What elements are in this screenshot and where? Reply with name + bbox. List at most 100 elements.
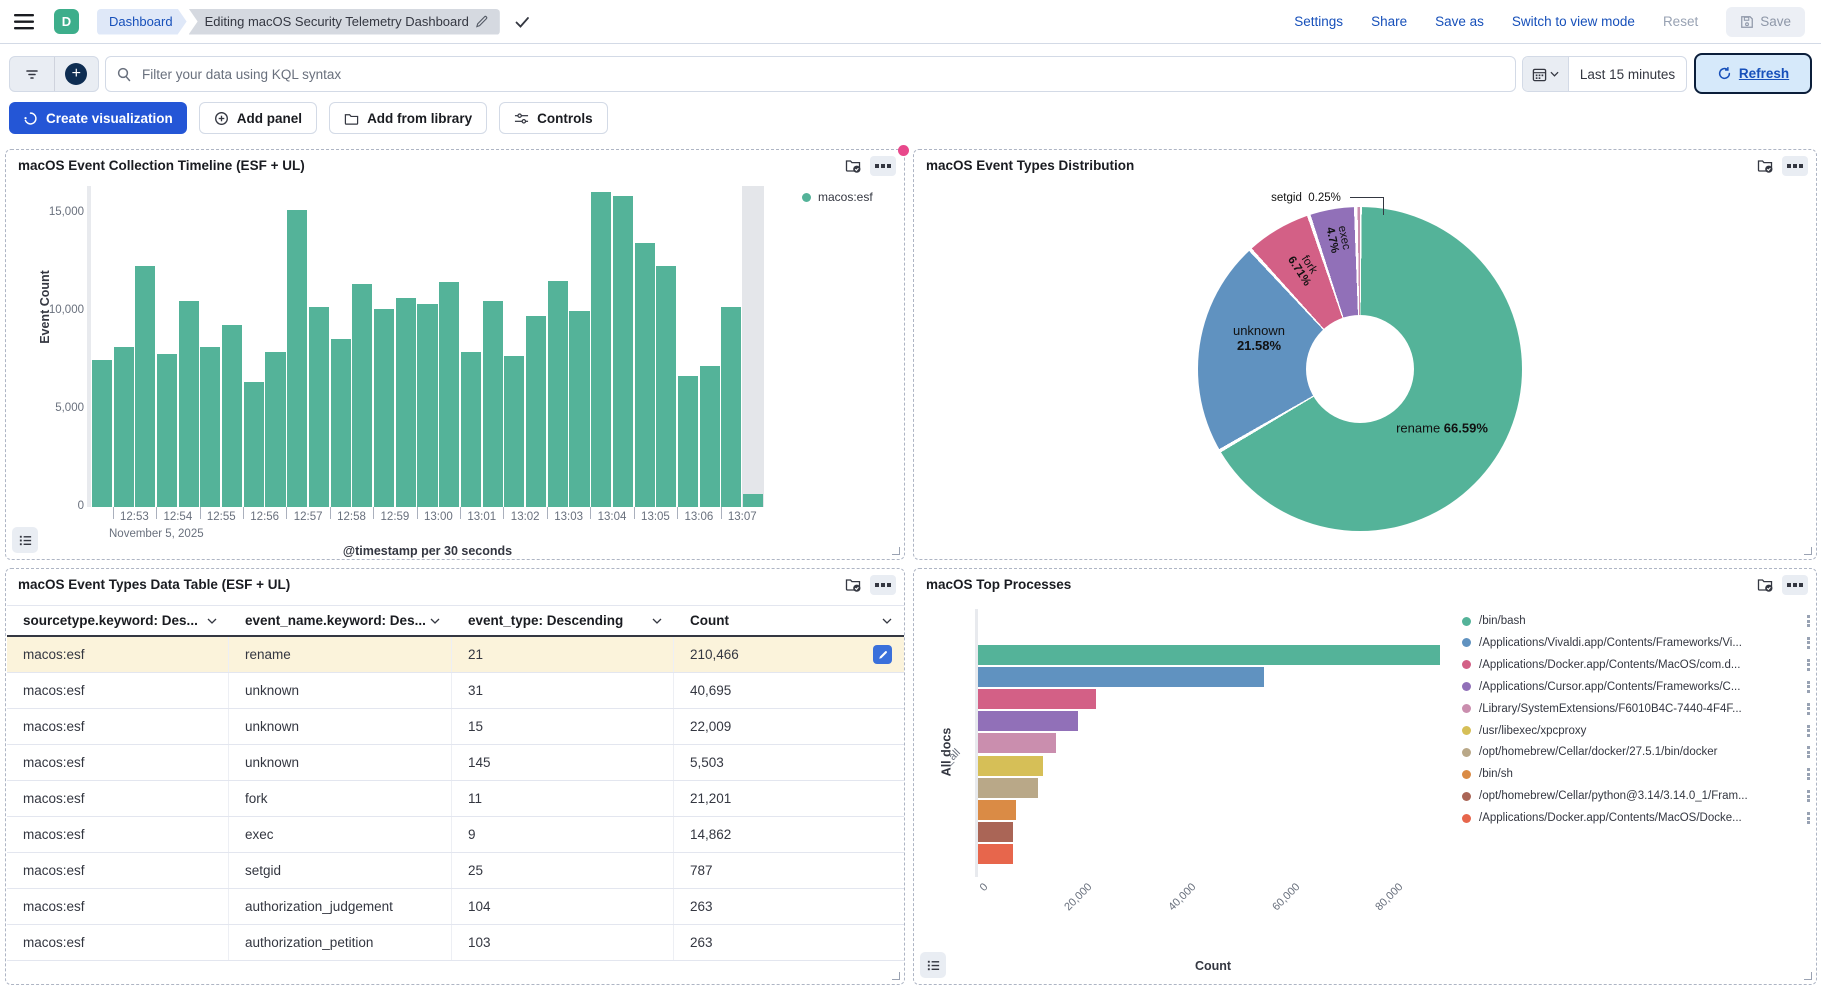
legend-actions-icon[interactable] <box>1807 681 1810 693</box>
legend-actions-icon[interactable] <box>1807 659 1810 671</box>
row-edit-icon[interactable] <box>873 645 892 664</box>
table-column-header[interactable]: event_type: Descending <box>452 606 674 635</box>
sort-chevron-icon[interactable] <box>207 618 217 624</box>
add-panel-button[interactable]: Add panel <box>199 102 317 134</box>
legend-item[interactable]: /Applications/Docker.app/Contents/MacOS/… <box>1462 659 1810 671</box>
time-picker-calendar-button[interactable] <box>1523 57 1569 91</box>
breadcrumb-title[interactable]: Editing macOS Security Telemetry Dashboa… <box>189 9 500 35</box>
table-column-header[interactable]: Count <box>674 606 904 635</box>
timeline-bar[interactable] <box>526 316 546 507</box>
timeline-bar[interactable] <box>135 266 155 507</box>
process-bar[interactable] <box>978 711 1078 731</box>
kql-search-input[interactable] <box>140 66 1505 83</box>
timeline-bar[interactable] <box>287 210 307 508</box>
save-to-library-icon[interactable] <box>1757 577 1774 593</box>
legend-item[interactable]: /bin/bash <box>1462 615 1810 627</box>
timeline-bar[interactable] <box>114 347 134 508</box>
sort-chevron-icon[interactable] <box>430 618 440 624</box>
legend-item[interactable]: /Applications/Docker.app/Contents/MacOS/… <box>1462 812 1810 824</box>
timeline-bar[interactable] <box>222 325 242 507</box>
legend-actions-icon[interactable] <box>1807 637 1810 649</box>
legend-actions-icon[interactable] <box>1807 812 1810 824</box>
process-bar[interactable] <box>978 756 1043 776</box>
timeline-bar[interactable] <box>417 304 437 507</box>
refresh-button[interactable]: Refresh <box>1694 53 1812 94</box>
menu-icon[interactable] <box>14 13 36 31</box>
timeline-bar[interactable] <box>92 360 112 507</box>
legend-actions-icon[interactable] <box>1807 768 1810 780</box>
process-bar[interactable] <box>978 822 1013 842</box>
timeline-bar[interactable] <box>309 307 329 507</box>
panel-resize-handle[interactable] <box>1804 972 1812 980</box>
process-bar[interactable] <box>978 844 1013 864</box>
legend-actions-icon[interactable] <box>1807 725 1810 737</box>
timeline-bar[interactable] <box>439 282 459 507</box>
process-bar[interactable] <box>978 778 1038 798</box>
timeline-bar[interactable] <box>678 376 698 507</box>
timeline-bar[interactable] <box>569 311 589 507</box>
panel-list-icon[interactable] <box>920 952 946 978</box>
reset-button[interactable]: Reset <box>1663 14 1698 29</box>
legend-item[interactable]: /bin/sh <box>1462 768 1810 780</box>
save-button[interactable]: Save <box>1726 7 1805 37</box>
timeline-bar[interactable] <box>721 307 741 507</box>
topbar-link-settings[interactable]: Settings <box>1294 14 1343 29</box>
timeline-bar[interactable] <box>461 352 481 507</box>
save-to-library-icon[interactable] <box>845 158 862 174</box>
timeline-bar[interactable] <box>331 339 351 507</box>
topbar-link-save-as[interactable]: Save as <box>1435 14 1484 29</box>
save-to-library-icon[interactable] <box>1757 158 1774 174</box>
panel-options-icon[interactable] <box>870 156 896 176</box>
process-bar[interactable] <box>978 800 1016 820</box>
process-bar[interactable] <box>978 645 1440 665</box>
timeline-bar[interactable] <box>504 356 524 507</box>
panel-options-icon[interactable] <box>1782 156 1808 176</box>
timeline-bar[interactable] <box>396 298 416 507</box>
timeline-bar[interactable] <box>591 192 611 507</box>
time-range-value[interactable]: Last 15 minutes <box>1569 57 1686 91</box>
timeline-bar[interactable] <box>179 301 199 507</box>
timeline-bar[interactable] <box>700 366 720 507</box>
breadcrumb-dashboard[interactable]: Dashboard <box>97 9 187 35</box>
timeline-bar[interactable] <box>200 347 220 508</box>
panel-resize-handle[interactable] <box>892 972 900 980</box>
timeline-bar[interactable] <box>352 284 372 507</box>
process-bar[interactable] <box>978 689 1096 709</box>
sort-chevron-icon[interactable] <box>652 618 662 624</box>
timeline-bar[interactable] <box>374 309 394 507</box>
topbar-link-switch-to-view-mode[interactable]: Switch to view mode <box>1512 14 1635 29</box>
table-column-header[interactable]: sourcetype.keyword: Des... <box>7 606 229 635</box>
legend-item[interactable]: /opt/homebrew/Cellar/python@3.14/3.14.0_… <box>1462 790 1810 802</box>
legend-item[interactable]: /Applications/Cursor.app/Contents/Framew… <box>1462 681 1810 693</box>
panel-options-icon[interactable] <box>1782 575 1808 595</box>
panel-list-icon[interactable] <box>12 527 38 553</box>
create-visualization-button[interactable]: Create visualization <box>9 102 187 134</box>
filter-menu-button[interactable] <box>10 57 54 91</box>
legend-actions-icon[interactable] <box>1807 790 1810 802</box>
controls-button[interactable]: Controls <box>499 102 608 134</box>
donut-chart[interactable] <box>1198 207 1522 531</box>
process-bar[interactable] <box>978 667 1264 687</box>
space-avatar[interactable]: D <box>54 9 79 34</box>
timeline-bar[interactable] <box>265 352 285 507</box>
panel-resize-handle[interactable] <box>892 547 900 555</box>
process-bar[interactable] <box>978 733 1056 753</box>
legend-actions-icon[interactable] <box>1807 703 1810 715</box>
timeline-bar[interactable] <box>656 266 676 507</box>
panel-options-icon[interactable] <box>870 575 896 595</box>
legend-item[interactable]: /opt/homebrew/Cellar/docker/27.5.1/bin/d… <box>1462 746 1810 758</box>
legend-item[interactable]: /Library/SystemExtensions/F6010B4C-7440-… <box>1462 703 1810 715</box>
kql-search-bar[interactable] <box>105 56 1516 92</box>
legend-item[interactable]: /usr/libexec/xpcproxy <box>1462 725 1810 737</box>
legend-item[interactable]: /Applications/Vivaldi.app/Contents/Frame… <box>1462 637 1810 649</box>
legend-actions-icon[interactable] <box>1807 746 1810 758</box>
timeline-bar[interactable] <box>483 301 503 507</box>
save-to-library-icon[interactable] <box>845 577 862 593</box>
table-column-header[interactable]: event_name.keyword: Des... <box>229 606 452 635</box>
legend-actions-icon[interactable] <box>1807 615 1810 627</box>
topbar-link-share[interactable]: Share <box>1371 14 1407 29</box>
timeline-bar[interactable] <box>157 354 177 507</box>
add-from-library-button[interactable]: Add from library <box>329 102 487 134</box>
add-filter-button[interactable]: + <box>54 57 99 91</box>
timeline-bar[interactable] <box>548 281 568 507</box>
